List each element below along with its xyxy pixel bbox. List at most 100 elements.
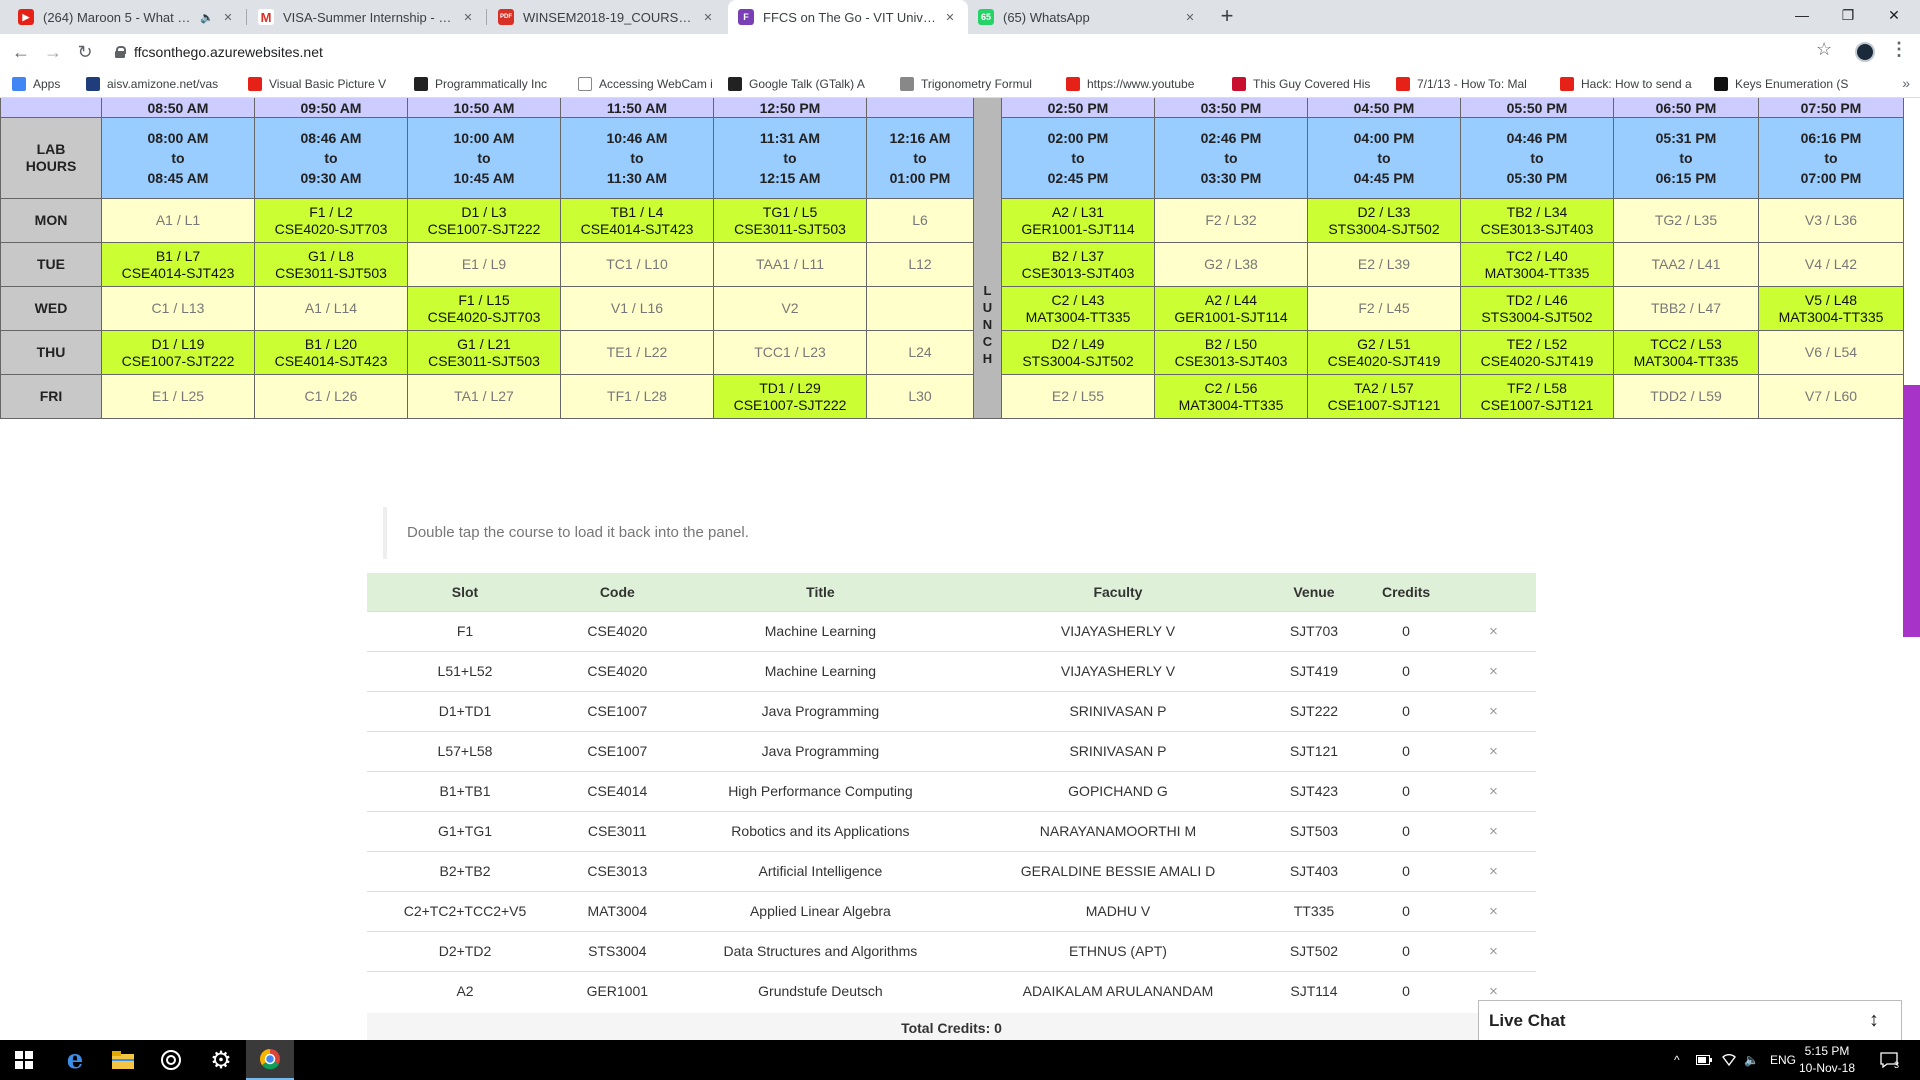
edge-icon[interactable]: e	[51, 1040, 99, 1080]
remove-course-icon[interactable]: ×	[1450, 930, 1536, 971]
slot-cell[interactable]: TA1 / L27	[407, 374, 561, 419]
slot-cell-selected[interactable]: B2 / L50 CSE3013-SJT403	[1154, 330, 1308, 375]
bookmark-item[interactable]: Google Talk (GTalk) A	[728, 76, 886, 91]
browser-tab[interactable]: M VISA-Summer Internship - jatin.n ✕	[248, 0, 486, 34]
slot-cell[interactable]: C1 / L13	[101, 286, 255, 331]
slot-cell[interactable]: TE1 / L22	[560, 330, 714, 375]
slot-cell[interactable]: A1 / L1	[101, 198, 255, 243]
close-window-button[interactable]: ✕	[1871, 0, 1917, 30]
bookmarks-overflow-icon[interactable]: »	[1902, 75, 1910, 91]
slot-cell[interactable]: C1 / L26	[254, 374, 408, 419]
bookmark-item[interactable]: Keys Enumeration (S	[1714, 76, 1854, 91]
slot-cell[interactable]: L6	[866, 198, 974, 243]
remove-course-icon[interactable]: ×	[1450, 890, 1536, 931]
reload-icon[interactable]: ↻	[73, 40, 97, 64]
battery-icon[interactable]	[1696, 1040, 1712, 1080]
expand-arrow-icon[interactable]: ↕	[1869, 1009, 1879, 1032]
slot-cell-selected[interactable]: TB2 / L34 CSE3013-SJT403	[1460, 198, 1614, 243]
bookmark-item[interactable]: Trigonometry Formul	[900, 76, 1052, 91]
slot-cell[interactable]: TAA1 / L11	[713, 242, 867, 287]
slot-cell[interactable]: V6 / L54	[1758, 330, 1904, 375]
slot-cell[interactable]: A1 / L14	[254, 286, 408, 331]
slot-cell-selected[interactable]: TE2 / L52 CSE4020-SJT419	[1460, 330, 1614, 375]
bookmark-item[interactable]: This Guy Covered His	[1232, 76, 1382, 91]
course-row[interactable]: F1 CSE4020 Machine Learning VIJAYASHERLY VS…	[367, 610, 1536, 651]
slot-cell-selected[interactable]: TB1 / L4 CSE4014-SJT423	[560, 198, 714, 243]
side-panel-tab[interactable]	[1903, 385, 1920, 637]
wifi-icon[interactable]	[1722, 1040, 1736, 1080]
bookmark-item[interactable]: 7/1/13 - How To: Mal	[1396, 76, 1546, 91]
slot-cell-selected[interactable]: TD1 / L29 CSE1007-SJT222	[713, 374, 867, 419]
course-row[interactable]: B2+TB2 CSE3013 Artificial Intelligence GERA…	[367, 850, 1536, 891]
notification-center-icon[interactable]: 3	[1880, 1040, 1899, 1080]
slot-cell-selected[interactable]: C2 / L56 MAT3004-TT335	[1154, 374, 1308, 419]
clock[interactable]: 5:15 PM 10-Nov-18	[1792, 1043, 1862, 1077]
slot-cell[interactable]: G2 / L38	[1154, 242, 1308, 287]
slot-cell[interactable]: V7 / L60	[1758, 374, 1904, 419]
slot-cell-selected[interactable]: F1 / L2 CSE4020-SJT703	[254, 198, 408, 243]
slot-cell[interactable]: V3 / L36	[1758, 198, 1904, 243]
bookmark-item[interactable]: Accessing WebCam i	[578, 76, 714, 91]
address-bar[interactable]: ffcsonthego.azurewebsites.net	[104, 38, 1874, 66]
slot-cell[interactable]: L24	[866, 330, 974, 375]
browser-tab[interactable]: F FFCS on The Go - VIT University ✕	[728, 0, 968, 34]
slot-cell[interactable]: TBB2 / L47	[1613, 286, 1759, 331]
slot-cell[interactable]: E1 / L9	[407, 242, 561, 287]
remove-course-icon[interactable]: ×	[1450, 610, 1536, 651]
slot-cell[interactable]: TAA2 / L41	[1613, 242, 1759, 287]
tab-audio-icon[interactable]: 🔈	[200, 11, 214, 24]
slot-cell[interactable]: TF1 / L28	[560, 374, 714, 419]
media-app-icon[interactable]	[147, 1040, 195, 1080]
course-row[interactable]: L57+L58 CSE1007 Java Programming SRINIVASAN…	[367, 730, 1536, 771]
course-row[interactable]: L51+L52 CSE4020 Machine Learning VIJAYASHER…	[367, 650, 1536, 691]
slot-cell-selected[interactable]: D2 / L33 STS3004-SJT502	[1307, 198, 1461, 243]
slot-cell[interactable]: V2	[713, 286, 867, 331]
remove-course-icon[interactable]: ×	[1450, 770, 1536, 811]
bookmark-item[interactable]: Hack: How to send a	[1560, 76, 1700, 91]
course-row[interactable]: G1+TG1 CSE3011 Robotics and its Applicatio…	[367, 810, 1536, 851]
course-row[interactable]: B1+TB1 CSE4014 High Performance Computing G…	[367, 770, 1536, 811]
slot-cell[interactable]	[866, 286, 974, 331]
remove-course-icon[interactable]: ×	[1450, 850, 1536, 891]
browser-tab[interactable]: ▶ (264) Maroon 5 - What Love 🔈 ✕	[8, 0, 246, 34]
slot-cell-selected[interactable]: TG1 / L5 CSE3011-SJT503	[713, 198, 867, 243]
settings-gear-icon[interactable]: ⚙	[197, 1040, 245, 1080]
course-row[interactable]: C2+TC2+TCC2+V5 MAT3004 Applied Linear Alge…	[367, 890, 1536, 931]
tab-close-icon[interactable]: ✕	[220, 11, 236, 24]
bookmark-star-icon[interactable]: ☆	[1816, 39, 1832, 60]
slot-cell-selected[interactable]: D1 / L19 CSE1007-SJT222	[101, 330, 255, 375]
browser-tab[interactable]: PDF WINSEM2018-19_COURSE_ALLO ✕	[488, 0, 726, 34]
bookmark-item[interactable]: aisv.amizone.net/vas	[86, 76, 234, 91]
tab-close-icon[interactable]: ✕	[942, 11, 958, 24]
bookmark-item[interactable]: Apps	[12, 76, 72, 91]
course-row[interactable]: A2 GER1001 Grundstufe Deutsch ADAIKALAM ARU…	[367, 970, 1536, 1011]
windows-start-icon[interactable]	[0, 1040, 48, 1080]
chrome-taskbar-icon[interactable]	[246, 1040, 294, 1080]
url-text[interactable]: ffcsonthego.azurewebsites.net	[134, 44, 323, 60]
slot-cell-selected[interactable]: TC2 / L40 MAT3004-TT335	[1460, 242, 1614, 287]
minimize-button[interactable]: —	[1779, 0, 1825, 30]
slot-cell-selected[interactable]: B1 / L7 CSE4014-SJT423	[101, 242, 255, 287]
slot-cell-selected[interactable]: A2 / L44 GER1001-SJT114	[1154, 286, 1308, 331]
bookmark-item[interactable]: Visual Basic Picture V	[248, 76, 400, 91]
slot-cell[interactable]: V4 / L42	[1758, 242, 1904, 287]
slot-cell[interactable]: E2 / L39	[1307, 242, 1461, 287]
course-row[interactable]: D2+TD2 STS3004 Data Structures and Algorit…	[367, 930, 1536, 971]
course-row[interactable]: D1+TD1 CSE1007 Java Programming SRINIVASAN …	[367, 690, 1536, 731]
slot-cell-selected[interactable]: B2 / L37 CSE3013-SJT403	[1001, 242, 1155, 287]
slot-cell[interactable]: L30	[866, 374, 974, 419]
slot-cell[interactable]: V1 / L16	[560, 286, 714, 331]
slot-cell-selected[interactable]: A2 / L31 GER1001-SJT114	[1001, 198, 1155, 243]
volume-icon[interactable]: 🔈	[1744, 1040, 1759, 1080]
slot-cell[interactable]: L12	[866, 242, 974, 287]
tab-close-icon[interactable]: ✕	[1182, 11, 1198, 24]
remove-course-icon[interactable]: ×	[1450, 730, 1536, 771]
slot-cell[interactable]: E1 / L25	[101, 374, 255, 419]
slot-cell-selected[interactable]: B1 / L20 CSE4014-SJT423	[254, 330, 408, 375]
slot-cell-selected[interactable]: TF2 / L58 CSE1007-SJT121	[1460, 374, 1614, 419]
browser-tab[interactable]: 65 (65) WhatsApp ✕	[968, 0, 1208, 34]
slot-cell-selected[interactable]: C2 / L43 MAT3004-TT335	[1001, 286, 1155, 331]
tray-chevron-icon[interactable]: ^	[1674, 1040, 1680, 1080]
slot-cell-selected[interactable]: V5 / L48 MAT3004-TT335	[1758, 286, 1904, 331]
slot-cell-selected[interactable]: TA2 / L57 CSE1007-SJT121	[1307, 374, 1461, 419]
